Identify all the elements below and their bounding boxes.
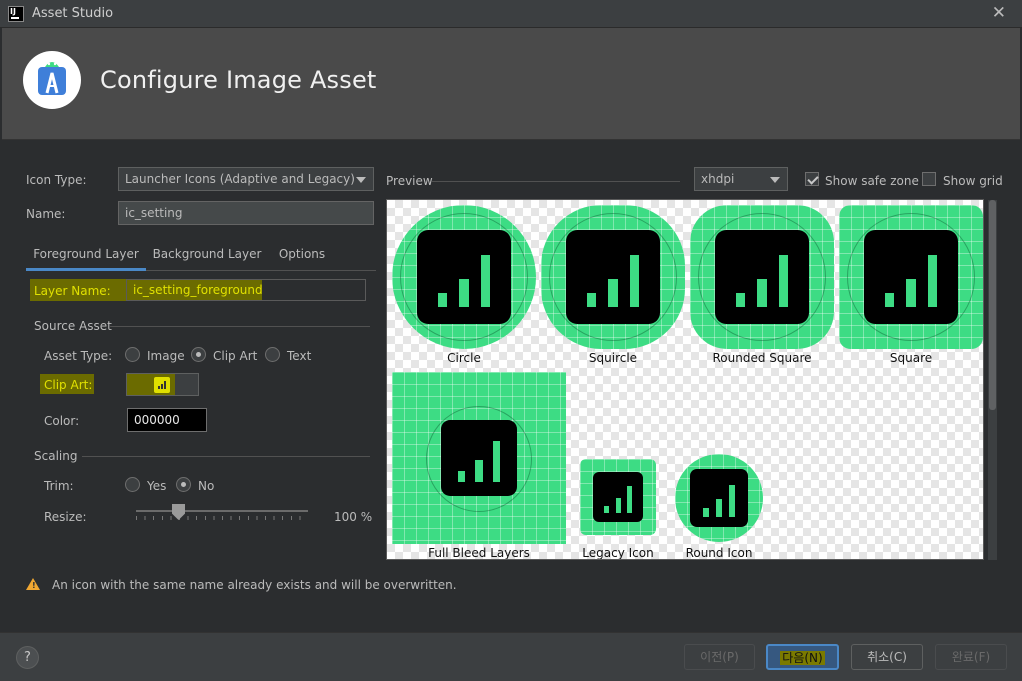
tab-options[interactable]: Options xyxy=(271,241,333,271)
chevron-down-icon xyxy=(356,177,366,183)
tab-background-layer[interactable]: Background Layer xyxy=(151,241,263,271)
signal-cellular-icon xyxy=(690,469,748,527)
color-field[interactable]: 000000 xyxy=(127,408,207,432)
preview-rounded-square xyxy=(690,205,834,349)
asset-type-image-radio[interactable] xyxy=(125,347,140,362)
chevron-down-icon xyxy=(770,177,780,183)
trim-label: Trim: xyxy=(44,479,74,493)
show-grid-checkbox[interactable] xyxy=(922,172,936,186)
trim-no-radio[interactable] xyxy=(176,477,191,492)
show-safe-zone-label[interactable]: Show safe zone xyxy=(825,174,919,188)
asset-type-clipart-label[interactable]: Clip Art xyxy=(213,349,257,363)
preview-legacy xyxy=(580,459,656,535)
layer-name-field[interactable]: ic_setting_foreground xyxy=(126,279,366,301)
android-studio-logo-icon xyxy=(23,51,81,109)
intellij-app-icon: IJ xyxy=(8,6,24,22)
name-field[interactable]: ic_setting xyxy=(118,201,374,225)
resize-slider-ticks xyxy=(136,516,308,520)
name-label: Name: xyxy=(26,207,66,221)
preview-circle xyxy=(392,205,536,349)
icon-type-label: Icon Type: xyxy=(26,173,87,187)
full-bleed-caption: Full Bleed Layers xyxy=(428,546,530,560)
warning-icon-mark: ! xyxy=(32,581,36,590)
color-label: Color: xyxy=(44,414,80,428)
signal-cellular-icon xyxy=(864,230,958,324)
window-title: Asset Studio xyxy=(32,6,114,21)
signal-cellular-icon xyxy=(593,472,643,522)
page-title: Configure Image Asset xyxy=(100,66,377,94)
legacy-caption: Legacy Icon xyxy=(582,546,654,560)
circle-caption: Circle xyxy=(447,351,481,365)
icon-type-value: Launcher Icons (Adaptive and Legacy) xyxy=(125,172,355,186)
help-icon[interactable]: ? xyxy=(16,646,39,669)
asset-type-image-label[interactable]: Image xyxy=(147,349,185,363)
icon-type-select[interactable]: Launcher Icons (Adaptive and Legacy) xyxy=(118,167,374,191)
preview-round xyxy=(675,454,763,542)
warning-text: An icon with the same name already exist… xyxy=(52,578,457,592)
show-safe-zone-checkbox[interactable] xyxy=(805,172,819,186)
clip-art-label: Clip Art: xyxy=(44,378,93,392)
trim-no-label[interactable]: No xyxy=(198,479,214,493)
scrollbar-thumb[interactable] xyxy=(989,200,996,410)
preview-panel: Preview xhdpi Show safe zone Show grid C… xyxy=(386,140,1006,570)
asset-type-text-label[interactable]: Text xyxy=(287,349,311,363)
config-panel: Icon Type: Launcher Icons (Adaptive and … xyxy=(0,140,380,570)
dialog-footer: ? 이전(P) 다음(N) 취소(C) 완료(F) xyxy=(0,632,1022,681)
title-bar: IJ Asset Studio ✕ xyxy=(0,0,1022,28)
preview-scrollbar[interactable] xyxy=(988,200,997,560)
clip-art-button[interactable] xyxy=(126,373,199,396)
preview-label: Preview xyxy=(386,174,433,188)
cancel-button[interactable]: 취소(C) xyxy=(851,644,923,670)
asset-type-clipart-radio[interactable] xyxy=(191,347,206,362)
app-icon-text: IJ xyxy=(10,7,16,16)
trim-yes-radio[interactable] xyxy=(125,477,140,492)
signal-cellular-icon xyxy=(715,230,809,324)
squircle-caption: Squircle xyxy=(588,351,638,365)
previous-button[interactable]: 이전(P) xyxy=(684,644,755,670)
resize-slider-track[interactable] xyxy=(136,510,308,512)
asset-type-label: Asset Type: xyxy=(44,349,113,363)
tab-foreground-layer[interactable]: Foreground Layer xyxy=(26,241,146,271)
layer-tabs: Foreground Layer Background Layer Option… xyxy=(26,241,376,271)
round-caption: Round Icon xyxy=(685,546,753,560)
preview-squircle xyxy=(541,205,685,349)
preview-square xyxy=(839,205,983,349)
resize-value: 100 % xyxy=(334,510,373,524)
rounded-square-caption: Rounded Square xyxy=(712,351,812,365)
signal-cellular-icon xyxy=(154,377,170,393)
next-button[interactable]: 다음(N) xyxy=(766,644,839,670)
signal-cellular-icon xyxy=(441,420,517,496)
close-icon[interactable]: ✕ xyxy=(992,3,1006,23)
trim-yes-label[interactable]: Yes xyxy=(147,479,166,493)
scaling-divider xyxy=(82,456,370,457)
scaling-heading: Scaling xyxy=(34,449,78,463)
source-asset-divider xyxy=(110,326,370,327)
asset-type-text-radio[interactable] xyxy=(265,347,280,362)
signal-cellular-icon xyxy=(566,230,660,324)
density-select[interactable]: xhdpi xyxy=(694,167,788,191)
square-caption: Square xyxy=(889,351,933,365)
show-grid-label[interactable]: Show grid xyxy=(943,174,1003,188)
resize-label: Resize: xyxy=(44,510,87,524)
finish-button[interactable]: 완료(F) xyxy=(935,644,1007,670)
source-asset-heading: Source Asset xyxy=(34,319,112,333)
preview-full-bleed xyxy=(392,372,566,544)
next-button-label: 다음(N) xyxy=(780,651,825,665)
signal-cellular-icon xyxy=(417,230,511,324)
layer-name-label: Layer Name: xyxy=(34,284,111,298)
preview-canvas: Circle Squircle Rounded Square Square Fu… xyxy=(386,199,984,560)
density-value: xhdpi xyxy=(701,172,735,186)
preview-divider xyxy=(432,181,680,182)
header-banner: Configure Image Asset xyxy=(2,28,1020,140)
